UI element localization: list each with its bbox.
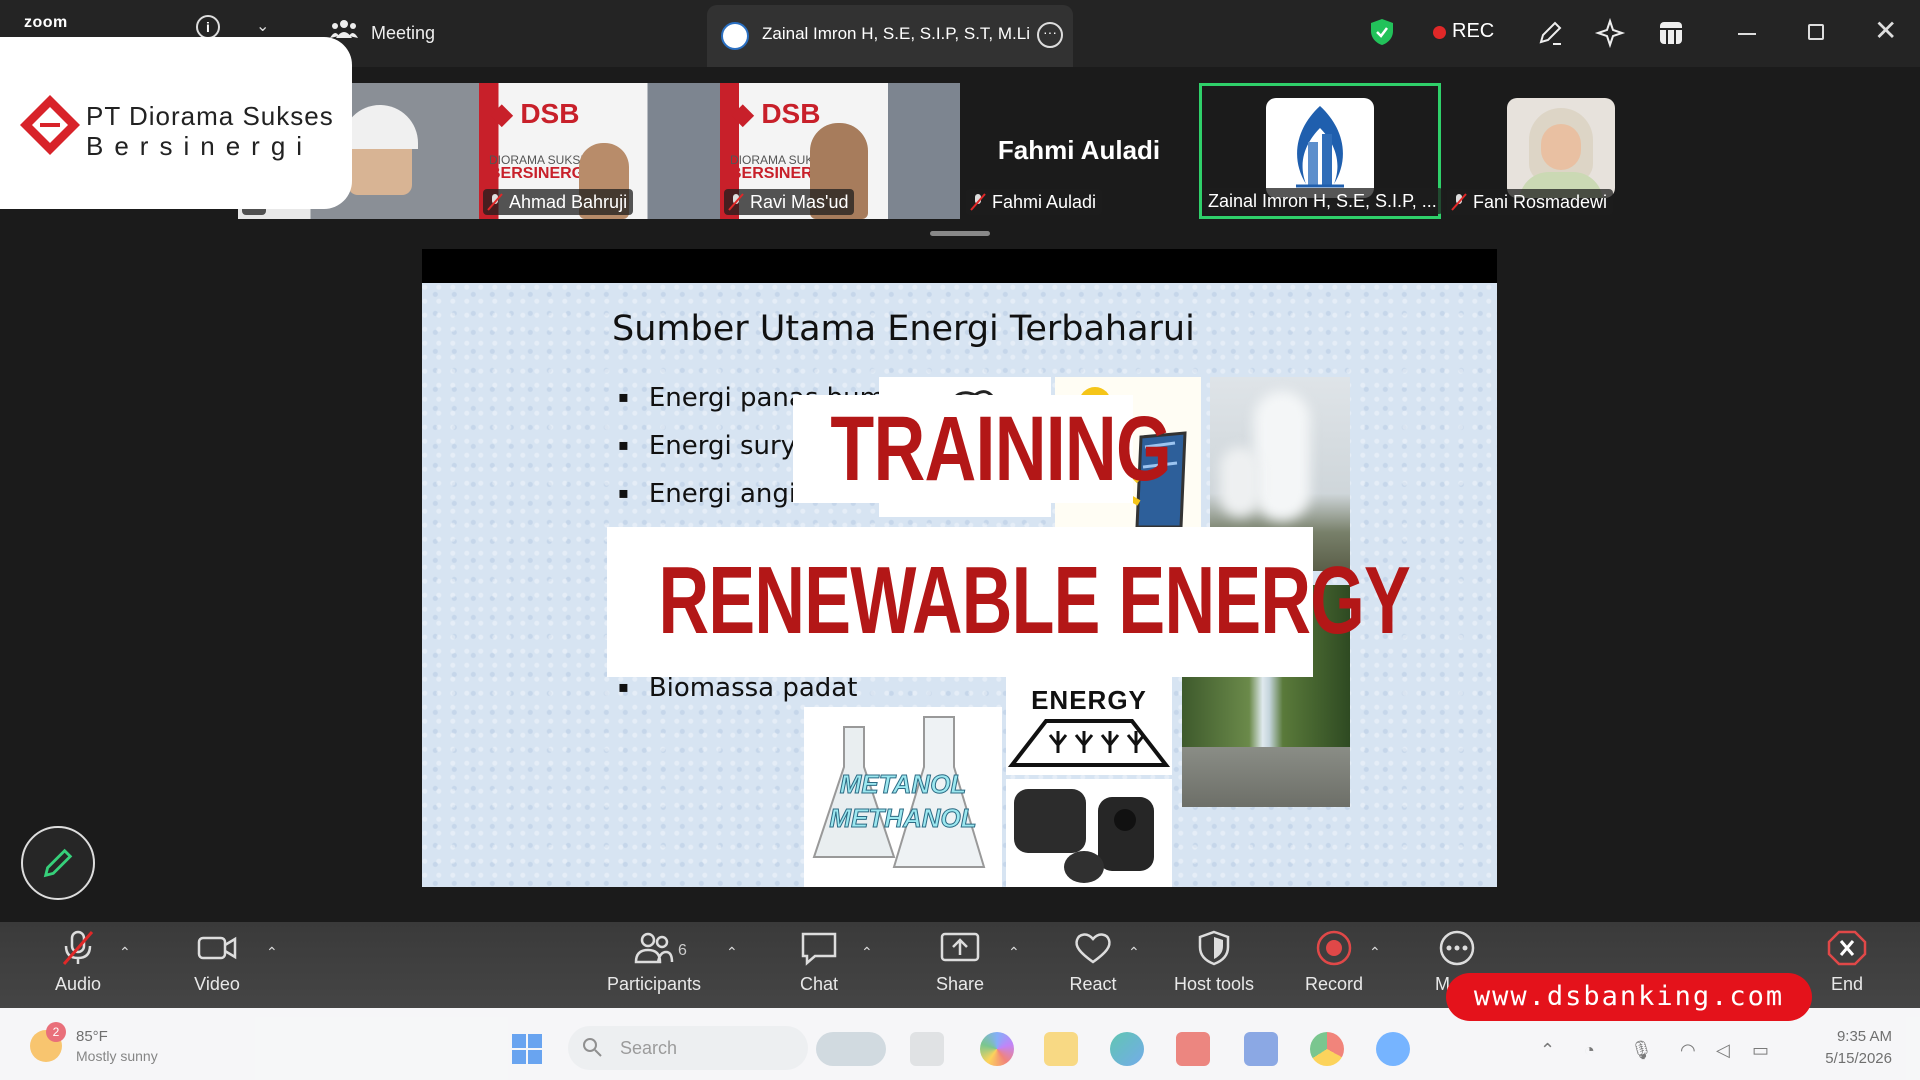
audio-button[interactable]: Audio — [18, 930, 138, 995]
diorama-logo-icon — [20, 95, 80, 155]
participant-name: Fani Rosmadewi — [1447, 189, 1614, 215]
muted-mic-icon — [62, 930, 94, 965]
apps-icon[interactable] — [1654, 16, 1688, 50]
end-meeting-icon — [1827, 930, 1867, 966]
training-banner-text: TRAINING — [830, 398, 1171, 500]
participants-icon — [634, 932, 674, 964]
muted-mic-icon — [728, 193, 744, 211]
avatar — [1507, 98, 1615, 198]
recording-label[interactable]: REC — [1452, 20, 1494, 43]
participant-tile[interactable]: ◆ DSB DIORAMA SUKSES BERSINERG Ahmad Bah… — [479, 83, 720, 219]
slide-bullet: Biomassa padat — [618, 673, 858, 703]
company-name-line1: PT Diorama Sukses — [86, 101, 334, 131]
restore-icon[interactable] — [1808, 24, 1824, 40]
meeting-label[interactable]: Meeting — [371, 23, 435, 44]
shared-slide: Sumber Utama Energi Terbaharui Energi pa… — [422, 283, 1497, 887]
renewable-energy-banner: RENEWABLE ENERGY — [607, 527, 1411, 677]
active-speaker-name: Zainal Imron H, S.E, S.I.P, S.T, M.Li — [762, 24, 1030, 43]
speaker-avatar-icon — [721, 22, 749, 50]
biomass-energy-image: ENERGY — [1006, 675, 1172, 775]
zoom-window: zoom i ⌄ Meeting Zainal Imron H, S.E, S.… — [0, 0, 1920, 1080]
slide-bullet: Energi angi — [618, 479, 796, 509]
shared-screen-top-bar — [422, 249, 1497, 287]
participant-name: Fahmi Auladi — [966, 189, 1103, 215]
record-options-caret[interactable]: ⌃ — [1369, 944, 1381, 961]
company-building-icon — [1296, 106, 1344, 188]
close-icon[interactable]: ✕ — [1874, 14, 1897, 47]
renewable-energy-banner-text: RENEWABLE ENERGY — [658, 547, 1411, 654]
info-icon[interactable]: i — [196, 15, 220, 39]
share-options-caret[interactable]: ⌃ — [1008, 944, 1020, 961]
participants-options-caret[interactable]: ⌃ — [726, 944, 738, 961]
muted-mic-icon — [970, 193, 986, 211]
chat-button[interactable]: Chat — [759, 930, 879, 995]
react-options-caret[interactable]: ⌃ — [1128, 944, 1140, 961]
chevron-down-icon[interactable]: ⌄ — [256, 16, 269, 36]
website-banner: www.dsbanking.com — [1446, 973, 1812, 1021]
participants-button[interactable]: Participants — [594, 930, 714, 995]
shield-icon — [1198, 930, 1230, 966]
participant-tile[interactable]: Fahmi Auladi Fahmi Auladi — [962, 83, 1196, 219]
muted-mic-icon — [1451, 193, 1467, 211]
briquette-image — [1006, 779, 1172, 887]
chat-options-caret[interactable]: ⌃ — [861, 944, 873, 961]
share-screen-icon — [940, 932, 980, 962]
strip-resize-handle[interactable] — [930, 231, 990, 236]
annotate-button[interactable] — [21, 826, 95, 900]
muted-mic-icon — [487, 193, 503, 211]
audio-options-caret[interactable]: ⌃ — [119, 944, 131, 961]
participant-tile[interactable]: Fani Rosmadewi — [1443, 83, 1619, 219]
shield-icon[interactable] — [1370, 18, 1394, 46]
heart-icon — [1075, 933, 1111, 964]
meeting-icon[interactable] — [330, 18, 358, 40]
methanol-image: METANOL METHANOL — [804, 707, 1002, 887]
participant-display-name: Fahmi Auladi — [997, 135, 1161, 165]
participants-count: 6 — [678, 942, 687, 959]
more-icon[interactable]: ··· — [1037, 22, 1063, 48]
company-name-line2: Bersinergi — [86, 131, 314, 161]
sparkle-icon[interactable] — [1593, 16, 1627, 50]
video-button[interactable]: Video — [157, 930, 277, 995]
video-camera-icon — [197, 936, 237, 960]
pencil-icon[interactable] — [1533, 16, 1567, 50]
slide-bullet: Energi sury — [618, 431, 796, 461]
minimize-icon[interactable] — [1738, 33, 1756, 35]
training-banner: TRAINING — [793, 395, 1172, 503]
share-button[interactable]: Share — [900, 930, 1020, 995]
recording-dot — [1433, 26, 1446, 39]
participant-tile[interactable]: ◆ DSB DIORAMA SUKS BERSINER Ravi Mas'ud — [720, 83, 960, 219]
participant-name: Ahmad Bahruji — [483, 189, 634, 215]
record-icon — [1316, 930, 1352, 966]
more-icon — [1439, 930, 1475, 966]
zoom-logo: zoom — [24, 14, 68, 31]
pencil-icon — [43, 848, 73, 878]
participant-name: Zainal Imron H, S.E, S.I.P, ... — [1204, 188, 1443, 214]
avatar — [1266, 98, 1374, 198]
slide-title: Sumber Utama Energi Terbaharui — [612, 309, 1195, 349]
react-button[interactable]: React — [1033, 930, 1153, 995]
participant-tile-active[interactable]: Zainal Imron H, S.E, S.I.P, ... — [1199, 83, 1443, 219]
participant-name: Ravi Mas'ud — [724, 189, 855, 215]
chat-icon — [801, 932, 837, 966]
record-button[interactable]: Record — [1274, 930, 1394, 995]
active-speaker-tab[interactable]: Zainal Imron H, S.E, S.I.P, S.T, M.Li ··… — [707, 5, 1073, 67]
video-options-caret[interactable]: ⌃ — [266, 944, 278, 961]
company-logo-card: PT Diorama Sukses Bersinergi — [0, 37, 352, 209]
host-tools-button[interactable]: Host tools — [1154, 930, 1274, 995]
